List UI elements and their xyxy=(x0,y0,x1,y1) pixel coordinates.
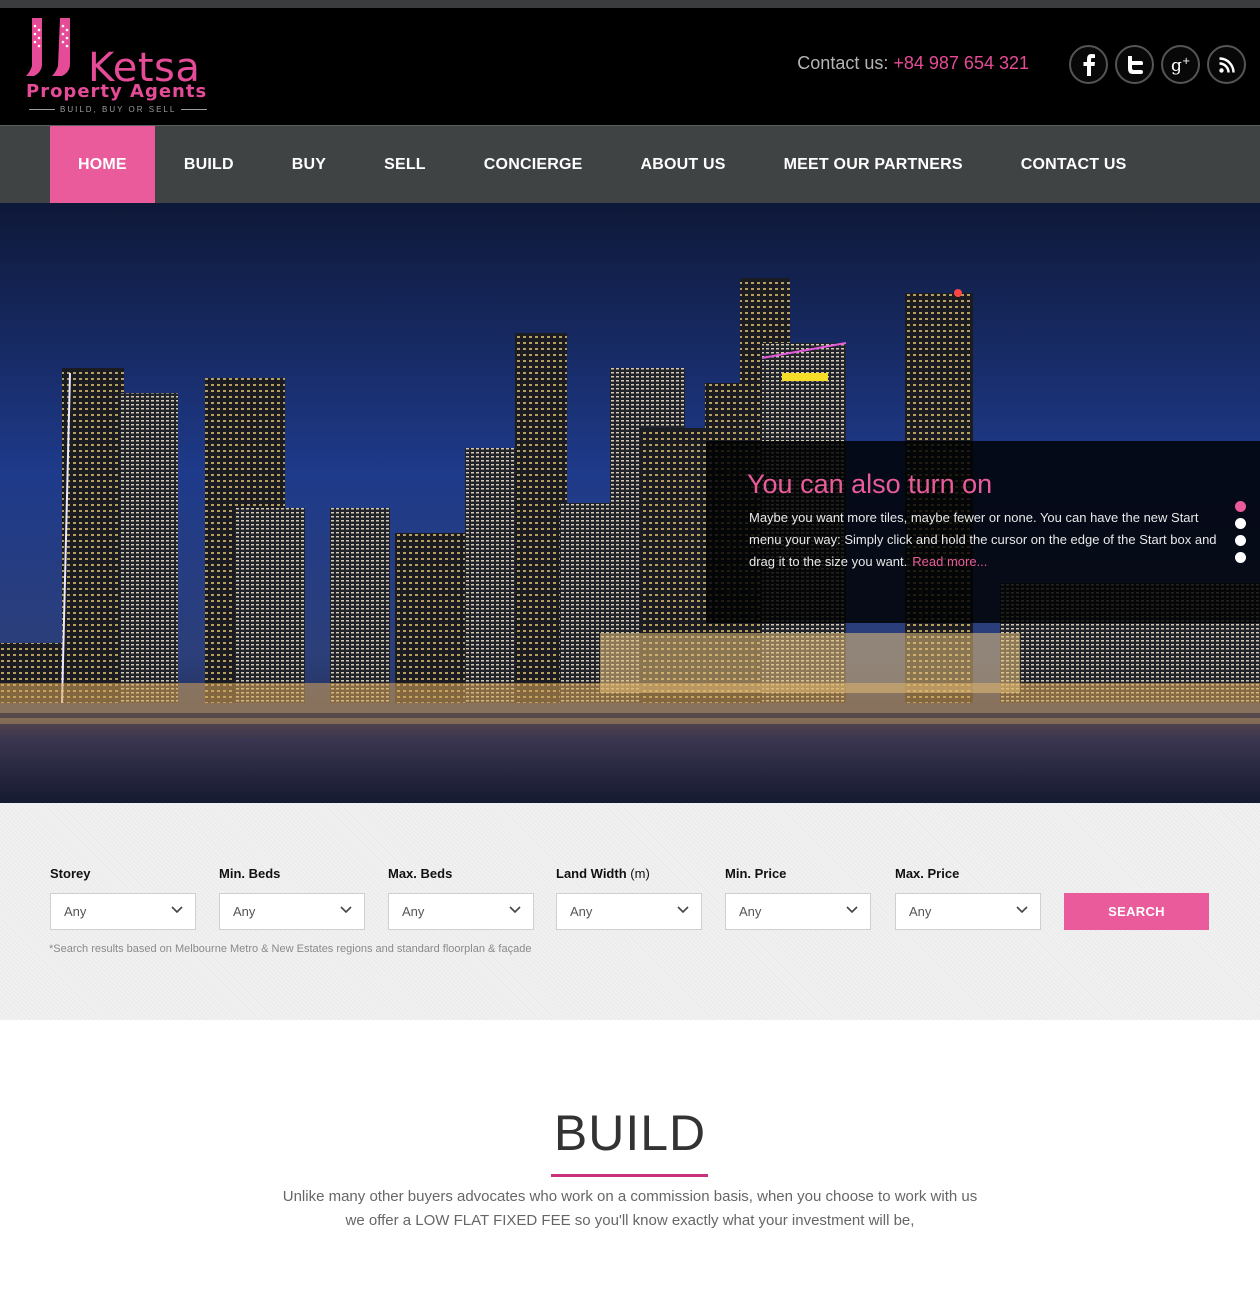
twitter-icon xyxy=(1127,55,1143,74)
chevron-down-icon xyxy=(677,906,689,914)
rss-icon xyxy=(1218,56,1235,73)
contact-label: Contact us: xyxy=(797,53,889,73)
storey-field: Storey Any xyxy=(50,866,196,930)
nav-item-home[interactable]: HOME xyxy=(50,126,155,203)
hero-caption: You can also turn on Maybe you want more… xyxy=(706,441,1260,623)
contact-phone[interactable]: +84 987 654 321 xyxy=(893,53,1029,73)
read-more-link[interactable]: Read more... xyxy=(912,554,987,569)
social-links: g + xyxy=(1069,45,1246,85)
min-beds-field: Min. Beds Any xyxy=(219,866,365,930)
select-value: Any xyxy=(402,904,425,919)
search-button[interactable]: SEARCH xyxy=(1064,893,1209,930)
section-text: Unlike many other buyers advocates who w… xyxy=(282,1188,978,1229)
logo[interactable]: Ketsa Property Agents BUILD, BUY OR SELL xyxy=(24,14,214,118)
min-price-field: Min. Price Any xyxy=(725,866,871,930)
nav-item-meet-our-partners[interactable]: MEET OUR PARTNERS xyxy=(755,126,992,203)
field-label: Min. Beds xyxy=(219,866,281,881)
max-beds-field: Max. Beds Any xyxy=(388,866,534,930)
slider-dots xyxy=(1235,501,1247,569)
storey-select[interactable]: Any xyxy=(50,893,196,930)
search-note: *Search results based on Melbourne Metro… xyxy=(49,943,532,955)
chevron-down-icon xyxy=(1016,906,1028,914)
logo-boots-icon xyxy=(26,18,70,76)
field-label: Max. Price xyxy=(895,866,960,881)
property-search: Storey Any Min. Beds Any Max. Beds Any L… xyxy=(0,803,1260,1020)
nav-item-sell[interactable]: SELL xyxy=(355,126,455,203)
max-beds-select[interactable]: Any xyxy=(388,893,534,930)
main-nav: HOME BUILD BUY SELL CONCIERGE ABOUT US M… xyxy=(0,125,1260,203)
svg-text:g: g xyxy=(1171,56,1182,75)
min-beds-select[interactable]: Any xyxy=(219,893,365,930)
nav-item-build[interactable]: BUILD xyxy=(155,126,263,203)
chevron-down-icon xyxy=(509,906,521,914)
chevron-down-icon xyxy=(846,906,858,914)
field-label: Storey xyxy=(50,866,91,881)
logo-subtitle: Property Agents xyxy=(26,81,208,102)
top-strip xyxy=(0,0,1260,8)
field-label: Min. Price xyxy=(725,866,787,881)
land-width-select[interactable]: Any xyxy=(556,893,702,930)
svg-text:+: + xyxy=(1182,56,1190,67)
select-value: Any xyxy=(570,904,593,919)
field-label: Max. Beds xyxy=(388,866,453,881)
slider-dot[interactable] xyxy=(1235,535,1246,546)
google-plus-button[interactable]: g + xyxy=(1161,45,1200,84)
site-header: Ketsa Property Agents BUILD, BUY OR SELL… xyxy=(0,8,1260,125)
hero-slider: You can also turn on Maybe you want more… xyxy=(0,203,1260,803)
nav-item-buy[interactable]: BUY xyxy=(263,126,355,203)
field-label: Land Width (m) xyxy=(556,866,650,881)
select-value: Any xyxy=(64,904,87,919)
slider-dot[interactable] xyxy=(1235,518,1246,529)
slider-dot[interactable] xyxy=(1235,552,1246,563)
chevron-down-icon xyxy=(171,906,183,914)
rss-button[interactable] xyxy=(1207,45,1246,84)
select-value: Any xyxy=(909,904,932,919)
twitter-button[interactable] xyxy=(1115,45,1154,84)
section-title: BUILD xyxy=(553,1105,707,1161)
caption-title: You can also turn on xyxy=(747,469,993,499)
select-value: Any xyxy=(739,904,762,919)
min-price-select[interactable]: Any xyxy=(725,893,871,930)
select-value: Any xyxy=(233,904,256,919)
max-price-field: Max. Price Any xyxy=(895,866,1041,930)
land-width-field: Land Width (m) Any xyxy=(556,866,702,930)
logo-tagline: BUILD, BUY OR SELL xyxy=(24,105,208,114)
facebook-icon xyxy=(1083,53,1095,76)
google-plus-icon: g + xyxy=(1171,56,1190,75)
chevron-down-icon xyxy=(340,906,352,914)
contact-info: Contact us: +84 987 654 321 xyxy=(797,53,1029,74)
facebook-button[interactable] xyxy=(1069,45,1108,84)
build-section: BUILD Unlike many other buyers advocates… xyxy=(0,1020,1260,1310)
title-underline xyxy=(551,1174,708,1177)
nav-item-contact-us[interactable]: CONTACT US xyxy=(992,126,1156,203)
nav-item-concierge[interactable]: CONCIERGE xyxy=(455,126,612,203)
caption-text: Maybe you want more tiles, maybe fewer o… xyxy=(749,510,1217,569)
slider-dot[interactable] xyxy=(1235,501,1246,512)
nav-item-about-us[interactable]: ABOUT US xyxy=(612,126,755,203)
max-price-select[interactable]: Any xyxy=(895,893,1041,930)
